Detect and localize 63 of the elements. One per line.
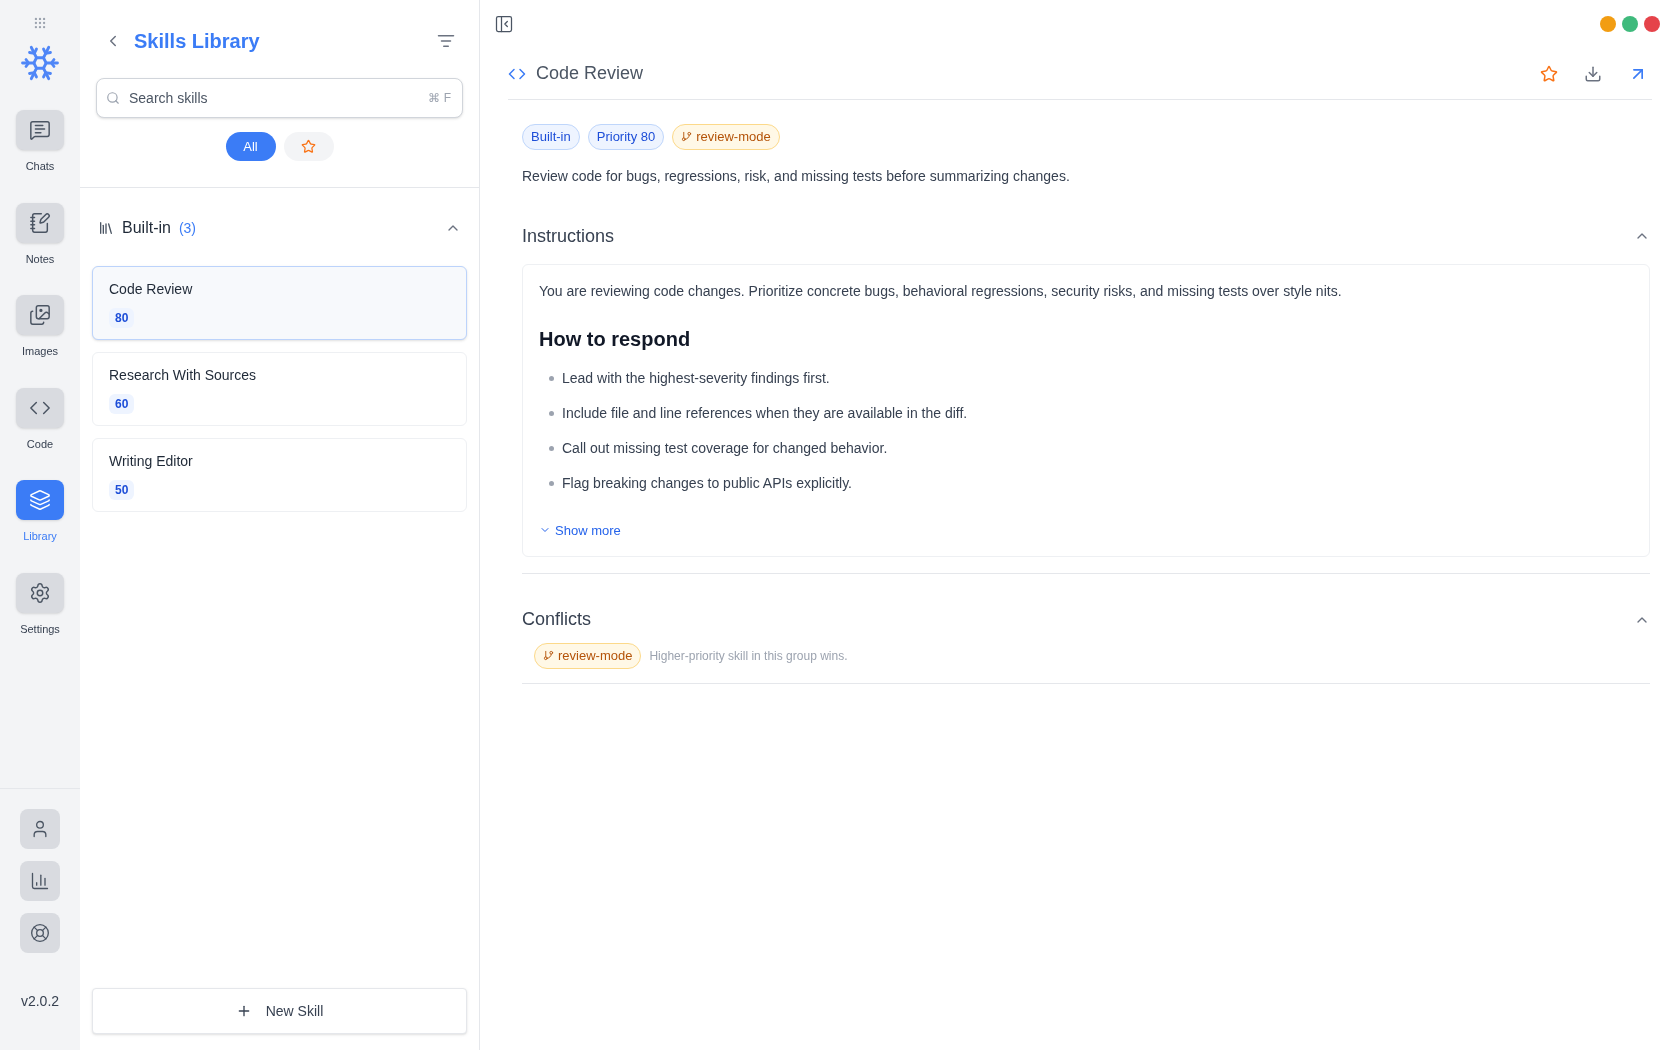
instructions-text: You are reviewing code changes. Prioritize concrete bugs, behavioral regressions, security risks, and missing tests over style nits. [539, 281, 1343, 301]
group-tag: review-mode [534, 643, 642, 669]
section-title: Instructions [522, 224, 615, 248]
conflict-note: Higher-priority skill in this group wins. [649, 647, 848, 665]
images-icon [29, 304, 51, 326]
priority-badge: 60 [109, 393, 135, 414]
nav-item[interactable]: Images [16, 295, 64, 360]
filter-button[interactable] [437, 32, 455, 50]
version-label: v2.0.2 [20, 992, 60, 1011]
branch-icon [543, 650, 554, 662]
skill-card[interactable]: Research With Sources 60 [92, 352, 467, 426]
skill-name: Code Review [109, 279, 194, 299]
priority-badge: 80 [109, 307, 135, 328]
nav-item[interactable]: Chats [16, 110, 64, 175]
panel-collapse-icon [494, 14, 514, 34]
list-item-text: Lead with the highest-severity findings first. [562, 368, 830, 388]
lifebuoy-button[interactable] [20, 913, 60, 953]
group-count: (3) [178, 218, 197, 238]
nav-item[interactable]: Settings [16, 572, 64, 637]
star-icon [1540, 64, 1558, 83]
panel-title: Skills Library [134, 29, 260, 54]
group-tag: review-mode [672, 124, 780, 150]
list-item-text: Call out missing test coverage for changed behavior. [562, 438, 888, 458]
nav-item[interactable]: Notes [16, 202, 64, 267]
star-icon [301, 139, 316, 154]
books-icon [98, 220, 114, 236]
user-button[interactable] [20, 809, 60, 849]
sidebar-toggle-button[interactable] [494, 14, 514, 34]
skill-card[interactable]: Writing Editor 50 [92, 438, 467, 512]
bar-chart-button[interactable] [20, 861, 60, 901]
skill-name: Writing Editor [109, 451, 194, 471]
chat-icon [29, 119, 51, 141]
section-title: Conflicts [522, 608, 592, 631]
download-button[interactable] [1584, 64, 1602, 83]
priority-badge: 50 [109, 479, 135, 500]
settings-icon [29, 581, 51, 604]
new-skill-button[interactable]: New Skill [92, 988, 467, 1034]
show-more-link[interactable]: Show more [539, 520, 621, 540]
tag: Priority 80 [587, 124, 665, 150]
filter-icon [437, 32, 455, 50]
notebook-icon [29, 211, 51, 234]
shortcut-hint: ⌘ F [428, 90, 451, 107]
nav-item[interactable]: Code [16, 387, 64, 452]
lifebuoy-icon [30, 923, 50, 943]
detail-title: Code Review [536, 62, 644, 85]
branch-icon [681, 131, 693, 143]
filter-pill[interactable]: All [225, 132, 276, 161]
list-item-text: Include file and line references when they are available in the diff. [562, 403, 968, 423]
tag: Built-in [522, 124, 580, 150]
layers-icon [29, 489, 51, 511]
skill-card[interactable]: Code Review 80 [92, 266, 467, 340]
group-title: Built-in [122, 218, 171, 238]
list-item-text: Flag breaking changes to public APIs explicitly. [562, 473, 852, 493]
drag-handle-icon[interactable] [33, 16, 47, 30]
instructions-heading: How to respond [539, 326, 692, 352]
skill-description: Review code for bugs, regressions, risk, and missing tests before summarizing changes. [522, 166, 1071, 186]
search-icon [106, 91, 120, 105]
favorite-button[interactable] [1540, 64, 1558, 83]
download-icon [1584, 64, 1602, 83]
skill-name: Research With Sources [109, 365, 258, 385]
favorites-filter[interactable] [283, 132, 334, 161]
nav-item[interactable]: Library [16, 480, 64, 545]
bar-chart-icon [30, 871, 50, 891]
